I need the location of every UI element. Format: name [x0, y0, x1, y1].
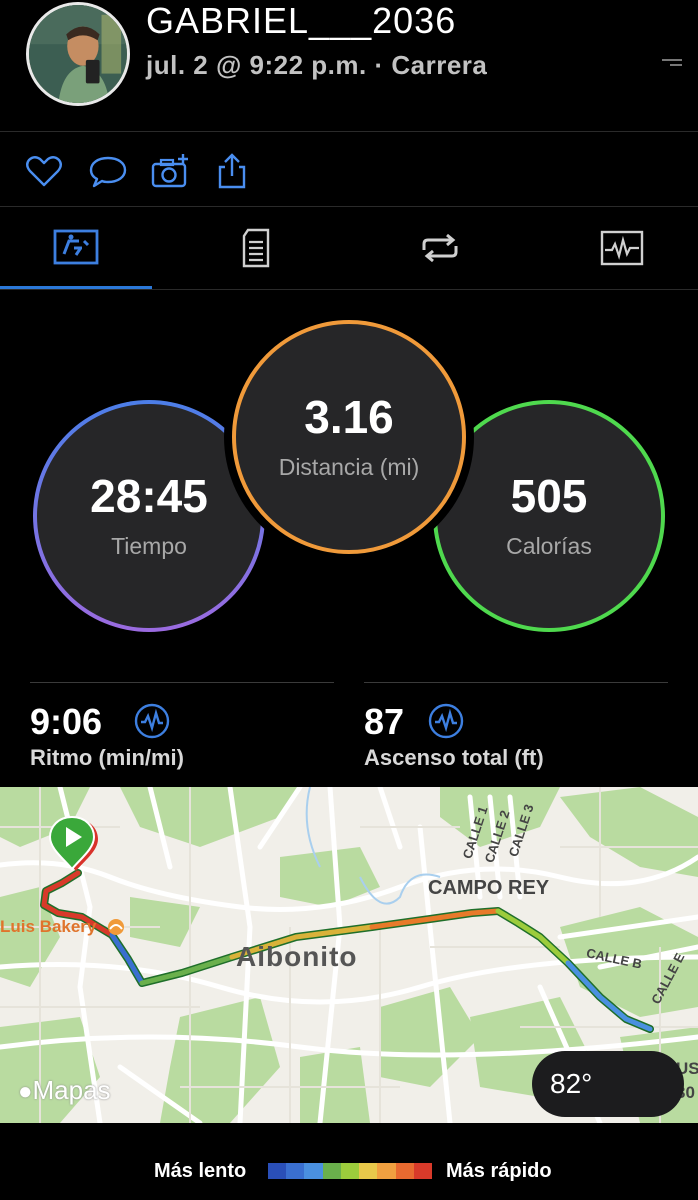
- pace-legend: Más lento Más rápido: [0, 1124, 698, 1200]
- comment-icon: [89, 156, 127, 188]
- like-button[interactable]: [24, 151, 64, 191]
- distance-label: Distancia (mi): [278, 453, 420, 480]
- legend-swatch: [413, 1163, 432, 1179]
- map-label-town: Aibonito: [236, 941, 358, 972]
- legend-swatch: [268, 1163, 287, 1179]
- action-bar: [0, 133, 698, 207]
- tab-charts[interactable]: [546, 208, 698, 288]
- charts-icon: [600, 230, 644, 266]
- more-menu-icon[interactable]: [662, 56, 682, 70]
- activity-date-type: jul. 2 @ 9:22 p.m. · Carrera: [146, 50, 488, 80]
- share-button[interactable]: [212, 151, 252, 191]
- time-label: Tiempo: [111, 532, 187, 559]
- legend-swatch: [286, 1163, 305, 1179]
- time-metric: 28:45 Tiempo: [33, 400, 265, 632]
- map-label-bakery: Luis Bakery: [0, 917, 97, 936]
- laps-icon: [422, 233, 458, 263]
- legend-slow-label: Más lento: [154, 1160, 247, 1182]
- summary-icon: [53, 229, 99, 265]
- share-icon: [218, 153, 246, 189]
- calories-label: Calorías: [506, 532, 592, 559]
- add-photo-icon: [151, 154, 188, 188]
- pace-stat: 9:06 Ritmo (min/mi): [30, 682, 334, 770]
- details-icon: [242, 228, 270, 268]
- activity-tabs: [0, 208, 698, 290]
- legend-swatch: [322, 1163, 341, 1179]
- maps-brand: ●Mapas: [18, 1075, 111, 1106]
- legend-fast-label: Más rápido: [446, 1160, 552, 1182]
- avatar[interactable]: [26, 2, 130, 106]
- pace-chart-icon[interactable]: [134, 703, 170, 739]
- calories-value: 505: [510, 469, 588, 522]
- calories-metric: 505 Calorías: [433, 400, 665, 632]
- pace-label: Ritmo (min/mi): [30, 745, 184, 770]
- legend-swatch: [304, 1163, 323, 1179]
- comment-button[interactable]: [88, 151, 128, 191]
- distance-value: 3.16: [304, 390, 394, 443]
- pace-value: 9:06: [30, 701, 103, 742]
- ascent-chart-icon[interactable]: [428, 703, 464, 739]
- tab-laps[interactable]: [364, 208, 516, 288]
- ascent-label: Ascenso total (ft): [364, 745, 544, 770]
- tab-summary[interactable]: [0, 208, 152, 289]
- apple-logo-icon: ●: [18, 1078, 33, 1105]
- map-label-campo-rey: CAMPO REY: [428, 877, 550, 899]
- legend-swatch: [359, 1163, 378, 1179]
- route-map[interactable]: Luis Bakery Aibonito CAMPO REY CALLE 1 C…: [0, 787, 698, 1123]
- add-photo-button[interactable]: [150, 151, 190, 191]
- time-value: 28:45: [90, 469, 208, 522]
- legend-swatch: [340, 1163, 360, 1179]
- legend-gradient-bar: [268, 1163, 432, 1179]
- heart-icon: [26, 156, 62, 187]
- avatar-image: [29, 5, 127, 103]
- tab-details[interactable]: [182, 208, 334, 288]
- temperature-badge[interactable]: 82°: [532, 1051, 684, 1117]
- ascent-value: 87: [364, 701, 405, 742]
- activity-header: GABRIEL___2036 jul. 2 @ 9:22 p.m. · Carr…: [0, 0, 698, 132]
- ascent-stat: 87 Ascenso total (ft): [364, 682, 668, 770]
- legend-swatch: [395, 1163, 414, 1179]
- legend-swatch: [377, 1163, 396, 1179]
- distance-metric: 3.16 Distancia (mi): [232, 320, 466, 554]
- username[interactable]: GABRIEL___2036: [146, 0, 456, 42]
- maps-brand-label: Mapas: [32, 1075, 111, 1105]
- temperature-value: 82°: [550, 1068, 593, 1099]
